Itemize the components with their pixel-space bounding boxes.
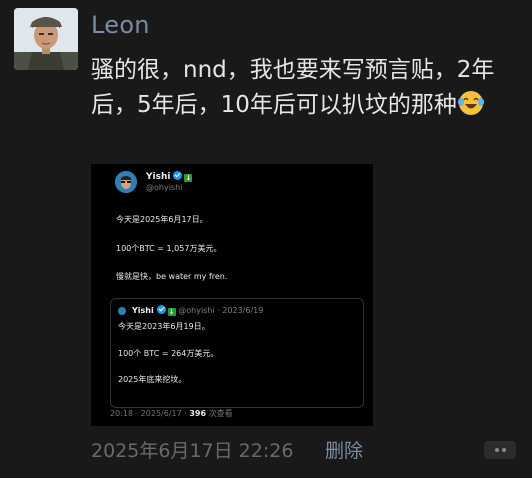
tweet-line: 100个BTC = 1,057万美元。	[116, 244, 222, 253]
quoted-tweet-author: Yishi	[132, 306, 154, 315]
post-text-body: 骚的很，nnd，我也要来写预言贴，2年后，5年后，10年后可以扒坟的那种	[91, 57, 495, 118]
avatar[interactable]	[14, 8, 78, 70]
username[interactable]: Leon	[91, 11, 150, 39]
tweet-handle: @ohyishi	[146, 183, 183, 192]
post-timestamp: 2025年6月17日 22:26	[91, 440, 294, 462]
dot-icon	[494, 448, 499, 452]
tweet-time: 20:18 · 2025/6/17 ·	[110, 409, 190, 418]
quoted-tweet-line: 100个 BTC = 264万美元。	[118, 349, 219, 358]
tweet-screenshot[interactable]: Yishi ↓ @ohyishi 今天是2025年6月17日。 100个BTC =…	[91, 164, 373, 426]
affiliate-badge-icon: ↓	[184, 174, 193, 182]
quoted-tweet-avatar	[118, 307, 126, 315]
tweet-views-count: 396	[189, 409, 207, 418]
quoted-tweet-line: 今天是2023年6月19日。	[118, 322, 210, 331]
tweet-author-name-text: Yishi	[146, 172, 171, 182]
delete-link[interactable]: 删除	[325, 436, 363, 463]
dot-icon	[501, 448, 506, 452]
quoted-tweet-line: 2025年底来挖坟。	[118, 375, 187, 384]
tweet-author-name: Yishi ↓	[146, 171, 193, 182]
post-text: 骚的很，nnd，我也要来写预言贴，2年后，5年后，10年后可以扒坟的那种	[91, 53, 521, 123]
tweet-meta: 20:18 · 2025/6/17 · 396 次查看	[110, 408, 233, 419]
more-options-button[interactable]	[484, 441, 516, 459]
tweet-line: 慢就是快，be water my fren.	[116, 272, 228, 281]
quoted-tweet-handle-date: @ohyishi · 2023/6/19	[178, 306, 264, 315]
tweet-views-label: 次查看	[206, 409, 233, 418]
verified-icon	[156, 305, 166, 314]
tweet-line: 今天是2025年6月17日。	[116, 215, 208, 224]
tweet-avatar	[115, 171, 137, 193]
quoted-tweet: Yishi ↓ @ohyishi · 2023/6/19 今天是2023年6月19…	[110, 298, 364, 408]
verified-icon	[173, 171, 183, 180]
quoted-tweet-header: Yishi ↓ @ohyishi · 2023/6/19	[132, 305, 263, 316]
tears-of-joy-emoji	[457, 89, 485, 117]
affiliate-badge-icon: ↓	[167, 308, 176, 316]
